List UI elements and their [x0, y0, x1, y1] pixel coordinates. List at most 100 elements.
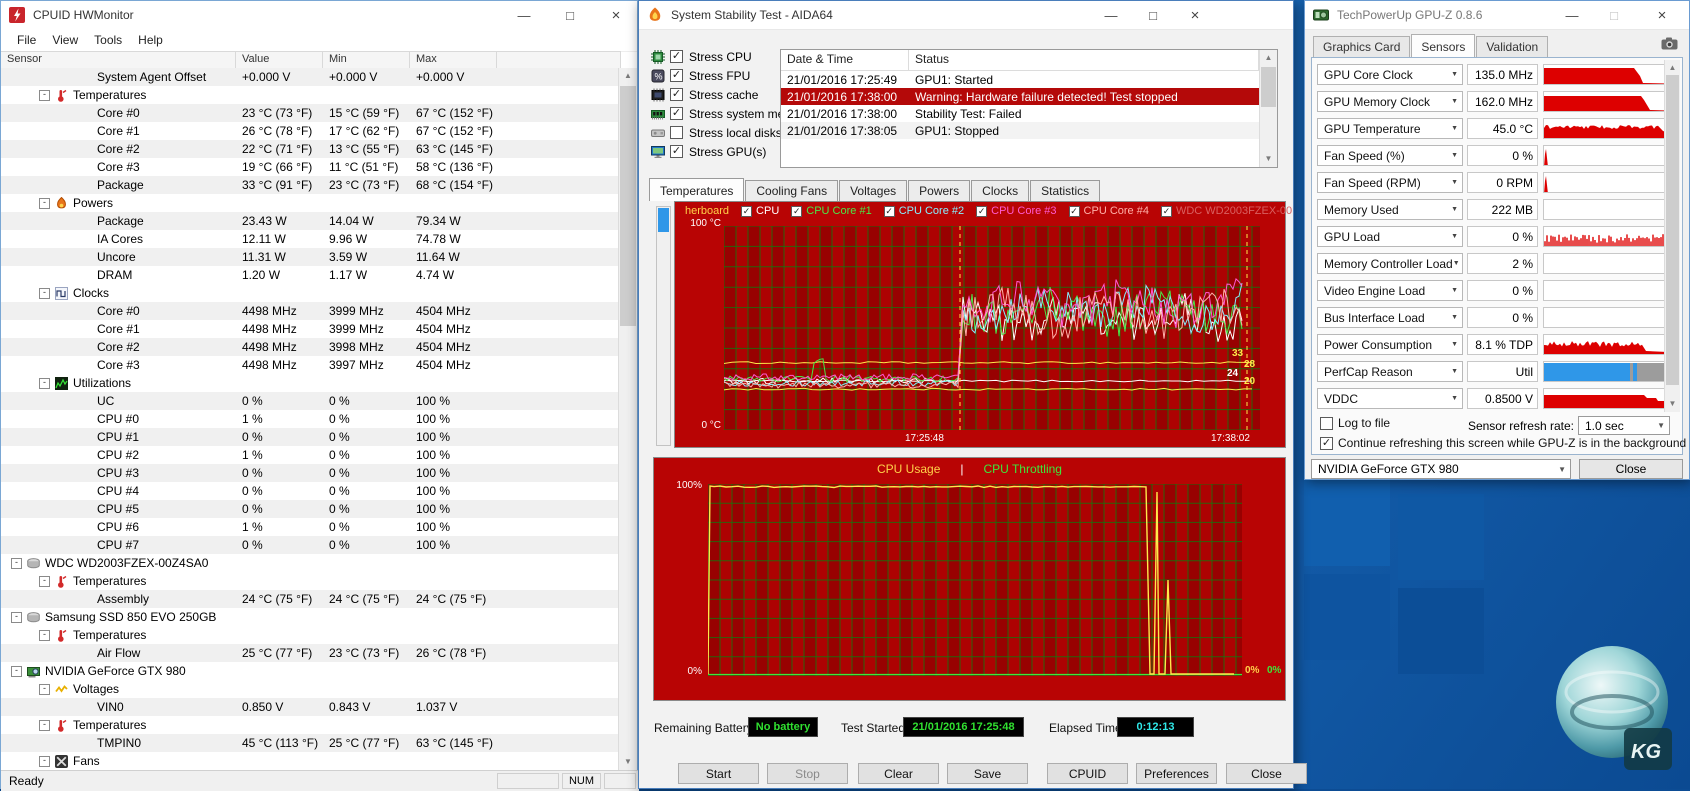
- tree-row[interactable]: Uncore11.31 W3.59 W11.64 W: [1, 248, 621, 266]
- expand-toggle-icon[interactable]: -: [39, 576, 50, 587]
- sensor-name-dropdown[interactable]: Fan Speed (%)▼: [1317, 145, 1463, 166]
- tab-powers[interactable]: Powers: [908, 180, 970, 201]
- close-button[interactable]: Close: [1226, 763, 1307, 784]
- temperature-scale-slider[interactable]: [656, 206, 671, 446]
- start-button[interactable]: Start: [678, 763, 759, 784]
- tree-row[interactable]: System Agent Offset+0.000 V+0.000 V+0.00…: [1, 68, 621, 86]
- tree-row[interactable]: -NVIDIA GeForce GTX 980: [1, 662, 621, 680]
- scroll-down-icon[interactable]: ▼: [1665, 396, 1680, 412]
- log-to-file-checkbox[interactable]: [1320, 417, 1333, 430]
- tree-row[interactable]: CPU #50 %0 %100 %: [1, 500, 621, 518]
- minimize-button[interactable]: —: [1094, 1, 1128, 29]
- legend-item[interactable]: ✓CPU Core #4: [1069, 205, 1149, 217]
- tab-statistics[interactable]: Statistics: [1030, 180, 1100, 201]
- tree-row[interactable]: TMPIN045 °C (113 °F)25 °C (77 °F)63 °C (…: [1, 734, 621, 752]
- sensor-name-dropdown[interactable]: Fan Speed (RPM)▼: [1317, 172, 1463, 193]
- scroll-up-icon[interactable]: ▲: [1260, 50, 1277, 66]
- tree-row[interactable]: Core #319 °C (66 °F)11 °C (51 °F)58 °C (…: [1, 158, 621, 176]
- legend-checkbox[interactable]: ✓: [1161, 206, 1172, 217]
- expand-toggle-icon[interactable]: -: [39, 756, 50, 767]
- expand-toggle-icon[interactable]: -: [11, 666, 22, 677]
- clear-button[interactable]: Clear: [858, 763, 939, 784]
- gpu-device-dropdown[interactable]: NVIDIA GeForce GTX 980 ▼: [1311, 459, 1571, 479]
- tree-row[interactable]: Package33 °C (91 °F)23 °C (73 °F)68 °C (…: [1, 176, 621, 194]
- legend-item[interactable]: ✓CPU Core #1: [791, 205, 871, 217]
- tree-row[interactable]: Core #04498 MHz3999 MHz4504 MHz: [1, 302, 621, 320]
- tree-row[interactable]: -Utilizations: [1, 374, 621, 392]
- column-header-value[interactable]: Value: [236, 52, 323, 69]
- tree-row[interactable]: -Clocks: [1, 284, 621, 302]
- expand-toggle-icon[interactable]: -: [39, 90, 50, 101]
- sensor-name-dropdown[interactable]: GPU Core Clock▼: [1317, 64, 1463, 85]
- menu-item-tools[interactable]: Tools: [86, 31, 130, 49]
- gpuz-close-button[interactable]: Close: [1579, 459, 1683, 479]
- stress-checkbox[interactable]: ✓: [670, 88, 683, 101]
- sensor-name-dropdown[interactable]: GPU Temperature▼: [1317, 118, 1463, 139]
- tree-row[interactable]: -Samsung SSD 850 EVO 250GB: [1, 608, 621, 626]
- status-resize-grip[interactable]: [604, 773, 636, 789]
- cpuid-button[interactable]: CPUID: [1047, 763, 1128, 784]
- tree-row[interactable]: Air Flow25 °C (77 °F)23 °C (73 °F)26 °C …: [1, 644, 621, 662]
- legend-checkbox[interactable]: ✓: [976, 206, 987, 217]
- tree-row[interactable]: Core #222 °C (71 °F)13 °C (55 °F)63 °C (…: [1, 140, 621, 158]
- minimize-button[interactable]: —: [501, 1, 547, 29]
- log-to-file-option[interactable]: Log to file: [1320, 416, 1390, 430]
- refresh-rate-dropdown[interactable]: 1.0 sec ▼: [1578, 416, 1670, 435]
- legend-item[interactable]: ✓CPU Core #3: [976, 205, 1056, 217]
- sensor-name-dropdown[interactable]: Power Consumption▼: [1317, 334, 1463, 355]
- sensor-name-dropdown[interactable]: Video Engine Load▼: [1317, 280, 1463, 301]
- tab-voltages[interactable]: Voltages: [839, 180, 907, 201]
- tree-row[interactable]: Core #126 °C (78 °F)17 °C (62 °F)67 °C (…: [1, 122, 621, 140]
- legend-checkbox[interactable]: ✓: [741, 206, 752, 217]
- expand-toggle-icon[interactable]: -: [39, 720, 50, 731]
- sensor-name-dropdown[interactable]: Memory Used▼: [1317, 199, 1463, 220]
- tree-row[interactable]: Core #023 °C (73 °F)15 °C (59 °F)67 °C (…: [1, 104, 621, 122]
- tree-row[interactable]: Core #14498 MHz3999 MHz4504 MHz: [1, 320, 621, 338]
- legend-checkbox[interactable]: ✓: [791, 206, 802, 217]
- tab-clocks[interactable]: Clocks: [971, 180, 1029, 201]
- stress-checkbox[interactable]: ✓: [670, 145, 683, 158]
- sensor-name-dropdown[interactable]: GPU Memory Clock▼: [1317, 91, 1463, 112]
- close-button[interactable]: ×: [1645, 1, 1679, 29]
- expand-toggle-icon[interactable]: -: [39, 378, 50, 389]
- tab-cooling-fans[interactable]: Cooling Fans: [745, 180, 838, 201]
- tree-row[interactable]: -Temperatures: [1, 86, 621, 104]
- stress-checkbox[interactable]: [670, 126, 683, 139]
- legend-checkbox[interactable]: ✓: [1069, 206, 1080, 217]
- column-header-min[interactable]: Min: [323, 52, 410, 69]
- legend-item[interactable]: ✓CPU Core #2: [884, 205, 964, 217]
- continue-refreshing-option[interactable]: ✓ Continue refreshing this screen while …: [1320, 436, 1686, 450]
- stress-checkbox[interactable]: ✓: [670, 107, 683, 120]
- tree-row[interactable]: UC0 %0 %100 %: [1, 392, 621, 410]
- close-button[interactable]: ×: [1178, 1, 1212, 29]
- screenshot-camera-icon[interactable]: [1661, 37, 1678, 53]
- scroll-down-icon[interactable]: ▼: [619, 754, 637, 770]
- expand-toggle-icon[interactable]: -: [11, 558, 22, 569]
- sensor-name-dropdown[interactable]: Memory Controller Load▼: [1317, 253, 1463, 274]
- tree-row[interactable]: CPU #21 %0 %100 %: [1, 446, 621, 464]
- maximize-button[interactable]: □: [547, 1, 593, 29]
- stress-checkbox[interactable]: ✓: [670, 50, 683, 63]
- tree-row[interactable]: CPU #10 %0 %100 %: [1, 428, 621, 446]
- slider-thumb[interactable]: [658, 208, 669, 232]
- log-scrollbar[interactable]: ▲ ▼: [1259, 50, 1277, 167]
- tab-validation[interactable]: Validation: [1476, 36, 1548, 57]
- menu-item-view[interactable]: View: [44, 31, 86, 49]
- sensors-scrollbar[interactable]: ▲ ▼: [1664, 60, 1680, 412]
- minimize-button[interactable]: —: [1557, 1, 1587, 29]
- tab-temperatures[interactable]: Temperatures: [649, 178, 744, 201]
- scroll-up-icon[interactable]: ▲: [619, 68, 637, 84]
- log-row[interactable]: 21/01/2016 17:25:49GPU1: Started: [781, 71, 1277, 88]
- sensor-name-dropdown[interactable]: VDDC▼: [1317, 388, 1463, 409]
- log-column-status[interactable]: Status: [909, 50, 1259, 70]
- scroll-thumb[interactable]: [1666, 75, 1679, 385]
- tree-row[interactable]: DRAM1.20 W1.17 W4.74 W: [1, 266, 621, 284]
- stop-button[interactable]: Stop: [767, 763, 848, 784]
- legend-item[interactable]: ✓CPU: [741, 205, 779, 217]
- tree-row[interactable]: -Powers: [1, 194, 621, 212]
- maximize-button[interactable]: □: [1136, 1, 1170, 29]
- tree-row[interactable]: -Fans: [1, 752, 621, 770]
- continue-refreshing-checkbox[interactable]: ✓: [1320, 437, 1333, 450]
- tab-graphics-card[interactable]: Graphics Card: [1313, 36, 1410, 57]
- tree-row[interactable]: -WDC WD2003FZEX-00Z4SA0: [1, 554, 621, 572]
